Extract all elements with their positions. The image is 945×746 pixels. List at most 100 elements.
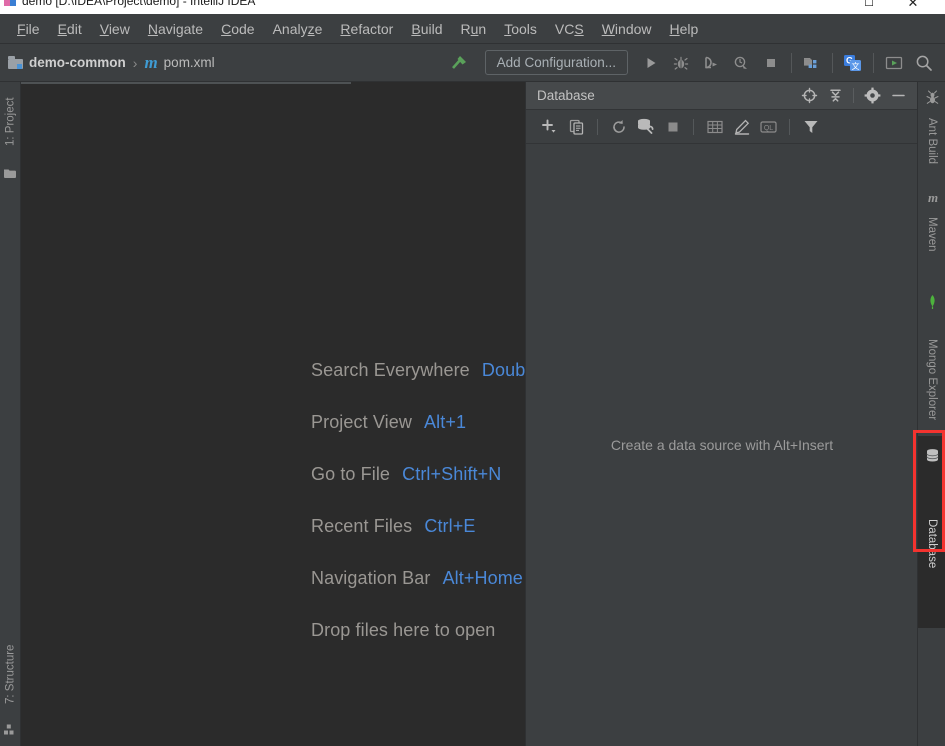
- refresh-button[interactable]: [605, 113, 632, 140]
- hint-row-navigation-bar: Navigation Bar Alt+Home: [311, 568, 525, 589]
- database-header-divider: [853, 88, 854, 103]
- hide-panel-button[interactable]: [885, 83, 911, 109]
- translate-button[interactable]: G 文: [838, 48, 868, 78]
- menu-item-vcs[interactable]: VCS: [546, 18, 593, 40]
- sidebar-item-mongo-explorer[interactable]: Mongo Explorer: [918, 314, 945, 446]
- menu-item-navigate[interactable]: Navigate: [139, 18, 212, 40]
- run-button[interactable]: [636, 48, 666, 78]
- navigation-toolbar: demo-common › m pom.xml Add Configuratio…: [0, 44, 945, 82]
- menu-item-code[interactable]: Code: [212, 18, 263, 40]
- breadcrumb-item-file[interactable]: m pom.xml: [144, 54, 214, 71]
- left-tool-window-strip: 1: Project 7: Structure: [0, 82, 21, 746]
- sidebar-item-maven[interactable]: Maven: [918, 208, 945, 260]
- build-project-button[interactable]: [445, 48, 475, 78]
- database-tool-window: Database QL Create a data source with Al…: [525, 82, 918, 746]
- toolbar-divider-1: [791, 52, 792, 73]
- hint-row-go-to-file: Go to File Ctrl+Shift+N: [311, 464, 525, 485]
- hint-row-recent-files: Recent Files Ctrl+E: [311, 516, 525, 537]
- window-title-bar: demo [D:\IDEA\Project\demo] - IntelliJ I…: [0, 0, 945, 14]
- ql-console-icon: QL: [760, 120, 777, 133]
- hint-action-label: Drop files here to open: [311, 620, 496, 640]
- sidebar-item-structure[interactable]: 7: Structure: [0, 630, 21, 718]
- hint-row-project-view: Project View Alt+1: [311, 412, 525, 433]
- breadcrumb-separator: ›: [132, 54, 138, 71]
- debug-button[interactable]: [666, 48, 696, 78]
- duplicate-button[interactable]: [563, 113, 590, 140]
- open-table-editor-button[interactable]: [701, 113, 728, 140]
- add-data-source-button[interactable]: [536, 113, 563, 140]
- profile-button[interactable]: [726, 48, 756, 78]
- database-panel-header: Database: [526, 82, 918, 110]
- hint-shortcut-label: Ctrl+E: [424, 516, 476, 536]
- close-button[interactable]: ✕: [899, 0, 927, 12]
- maven-m-icon[interactable]: m: [925, 190, 940, 205]
- database-toolbar-divider-3: [789, 118, 790, 135]
- presentation-icon: [885, 56, 903, 69]
- intellij-idea-logo-icon: [4, 0, 17, 7]
- ant-icon[interactable]: [925, 90, 940, 105]
- project-structure-icon: [804, 57, 817, 68]
- jump-to-query-console-button[interactable]: QL: [755, 113, 782, 140]
- menu-item-help[interactable]: Help: [661, 18, 708, 40]
- collapse-all-button[interactable]: [822, 83, 848, 109]
- folder-icon[interactable]: [3, 166, 18, 181]
- project-structure-button[interactable]: [797, 48, 827, 78]
- database-toolbar: QL: [526, 110, 918, 144]
- refresh-icon: [612, 119, 625, 133]
- pencil-icon: [734, 119, 749, 135]
- breadcrumb-file-label: pom.xml: [163, 55, 215, 70]
- menu-item-view[interactable]: View: [91, 18, 139, 40]
- sidebar-item-project[interactable]: 1: Project: [0, 86, 21, 158]
- editor-empty-area[interactable]: Search Everywhere Double Shift Project V…: [21, 82, 525, 746]
- menu-item-file[interactable]: File: [8, 18, 49, 40]
- hint-shortcut-label: Ctrl+Shift+N: [402, 464, 502, 484]
- sidebar-item-maven-label: Maven: [926, 216, 938, 252]
- stop-refresh-button[interactable]: [659, 113, 686, 140]
- filter-icon: [804, 120, 817, 133]
- menu-bar: File Edit View Navigate Code Analyze Ref…: [0, 14, 945, 44]
- database-header-buttons: [796, 83, 918, 109]
- menu-item-build[interactable]: Build: [402, 18, 451, 40]
- hint-action-label: Project View: [311, 412, 412, 432]
- sidebar-item-ant-build[interactable]: Ant Build: [918, 108, 945, 174]
- collapse-all-icon: [829, 89, 841, 102]
- play-icon: [647, 57, 656, 68]
- mongo-leaf-icon[interactable]: [925, 294, 940, 309]
- stop-button[interactable]: [756, 48, 786, 78]
- maximize-button[interactable]: ☐: [855, 0, 883, 12]
- breadcrumb: demo-common › m pom.xml: [0, 44, 215, 81]
- data-source-properties-button[interactable]: [632, 113, 659, 140]
- toolbar-divider-2: [832, 52, 833, 73]
- menu-item-edit[interactable]: Edit: [49, 18, 91, 40]
- run-with-coverage-button[interactable]: [696, 48, 726, 78]
- window-title: demo [D:\IDEA\Project\demo] - IntelliJ I…: [22, 0, 256, 8]
- menu-item-window[interactable]: Window: [593, 18, 661, 40]
- breadcrumb-item-module[interactable]: demo-common: [8, 55, 126, 70]
- sidebar-item-ant-build-label: Ant Build: [926, 117, 938, 165]
- intellij-idea-window: demo [D:\IDEA\Project\demo] - IntelliJ I…: [0, 0, 945, 746]
- maven-file-icon: m: [144, 53, 158, 72]
- sidebar-item-database-label-wrap[interactable]: Database: [918, 468, 945, 620]
- filter-button[interactable]: [797, 113, 824, 140]
- database-empty-state: Create a data source with Alt+Insert: [526, 144, 918, 746]
- breadcrumb-module-label: demo-common: [29, 55, 126, 70]
- presentation-button[interactable]: [879, 48, 909, 78]
- structure-icon[interactable]: [3, 722, 18, 737]
- google-translate-icon: G 文: [844, 54, 861, 71]
- copy-icon: [569, 119, 583, 135]
- locate-data-source-button[interactable]: [796, 83, 822, 109]
- database-cylinder-icon[interactable]: [925, 448, 940, 463]
- menu-item-run[interactable]: Run: [452, 18, 496, 40]
- menu-item-refactor[interactable]: Refactor: [331, 18, 402, 40]
- modify-button[interactable]: [728, 113, 755, 140]
- database-toolbar-divider-2: [693, 118, 694, 135]
- search-everywhere-button[interactable]: [909, 48, 939, 78]
- profile-icon: [734, 56, 747, 69]
- add-configuration-button[interactable]: Add Configuration...: [484, 50, 628, 75]
- hammer-icon: [451, 55, 466, 69]
- settings-button[interactable]: [859, 83, 885, 109]
- menu-item-analyze[interactable]: Analyze: [264, 18, 332, 40]
- menu-item-tools[interactable]: Tools: [495, 18, 546, 40]
- gear-icon: [864, 87, 880, 104]
- crosshair-icon: [801, 87, 817, 104]
